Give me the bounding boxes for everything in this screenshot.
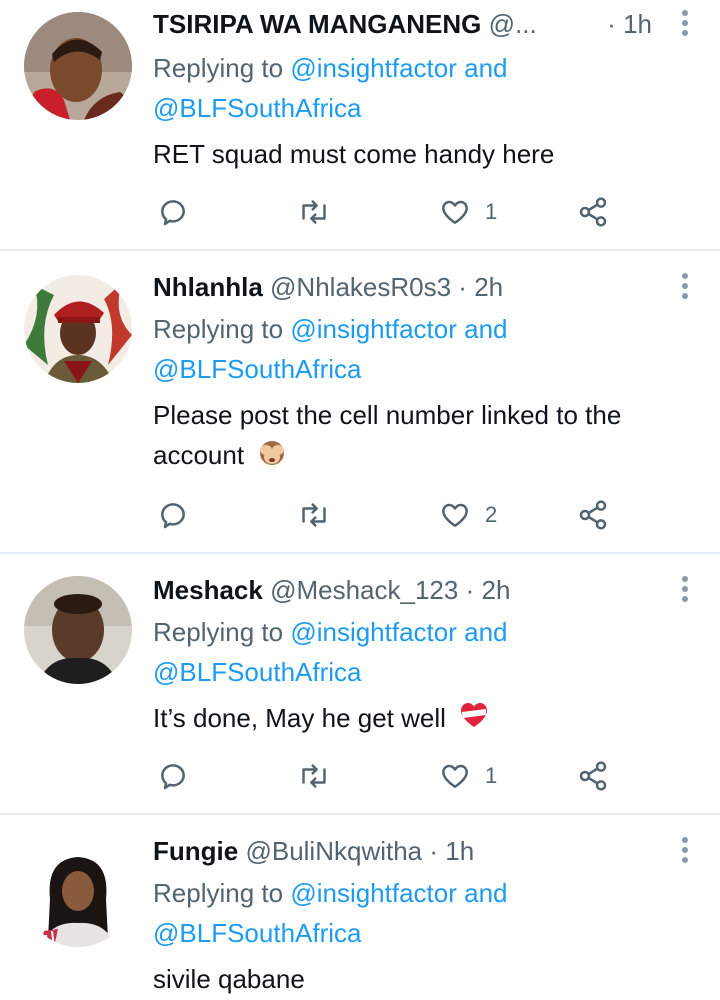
tweet-4[interactable]: Fungie @BuliNkqwitha · 1h Replying to @i…: [0, 815, 720, 1000]
timestamp[interactable]: 1h: [623, 9, 652, 39]
tweet-2[interactable]: Nhlanhla @NhlakesR0s3 · 2h Replying to @…: [0, 251, 720, 552]
reply-icon: [161, 503, 185, 529]
user-handle[interactable]: @NhlakesR0s3: [270, 272, 451, 302]
mention-and[interactable]: and: [464, 53, 507, 83]
tweet-text: It’s done, May he get well: [153, 698, 703, 740]
tweet-time: · 1h: [607, 4, 652, 44]
replying-to: Replying to @insightfactor and @BLFSouth…: [153, 48, 693, 128]
mention-link[interactable]: @BLFSouthAfrica: [153, 354, 361, 384]
more-vertical-icon[interactable]: [680, 576, 690, 606]
replying-prefix: Replying to: [153, 53, 284, 83]
tweet-text: Please post the cell number linked to th…: [153, 395, 703, 478]
reply-button[interactable]: [157, 495, 189, 535]
share-icon: [579, 197, 607, 227]
reply-button[interactable]: [157, 756, 189, 796]
separator-dot: ·: [458, 272, 467, 302]
replying-to: Replying to @insightfactor and @BLFSouth…: [153, 309, 693, 389]
mention-and[interactable]: and: [464, 617, 507, 647]
retweet-button[interactable]: [297, 756, 331, 796]
avatar[interactable]: [24, 839, 132, 947]
tweet-header: Nhlanhla @NhlakesR0s3 · 2h: [153, 267, 670, 307]
heart-icon: [442, 503, 468, 527]
timestamp[interactable]: 1h: [445, 836, 474, 866]
user-handle[interactable]: @BuliNkqwitha: [245, 836, 422, 866]
tweet-text: sivile qabane: [153, 964, 305, 994]
tweet-actions: 2: [153, 495, 633, 535]
replying-prefix: Replying to: [153, 314, 284, 344]
heart-icon: [442, 764, 468, 788]
avatar[interactable]: [24, 576, 132, 684]
like-button[interactable]: 1: [439, 192, 497, 232]
tweet-header: Meshack @Meshack_123 · 2h: [153, 570, 670, 610]
display-name[interactable]: Nhlanhla: [153, 272, 263, 302]
mention-link[interactable]: @BLFSouthAfrica: [153, 93, 361, 123]
tweet-actions: 1: [153, 192, 633, 232]
separator-dot: ·: [429, 836, 439, 866]
replying-to: Replying to @insightfactor and @BLFSouth…: [153, 612, 693, 692]
share-button[interactable]: [577, 756, 609, 796]
mention-link[interactable]: @insightfactor: [290, 617, 457, 647]
display-name[interactable]: Meshack: [153, 575, 263, 605]
like-count: 1: [485, 763, 498, 788]
like-button[interactable]: 1: [439, 756, 497, 796]
tweet-3[interactable]: Meshack @Meshack_123 · 2h Replying to @i…: [0, 554, 720, 813]
retweet-icon: [302, 200, 326, 224]
like-button[interactable]: 2: [439, 495, 497, 535]
mention-and[interactable]: and: [464, 878, 507, 908]
user-handle[interactable]: @Meshack_123: [270, 575, 458, 605]
mention-link[interactable]: @BLFSouthAfrica: [153, 918, 361, 948]
replying-to: Replying to @insightfactor and @BLFSouth…: [153, 873, 693, 953]
more-vertical-icon[interactable]: [680, 273, 690, 303]
mention-and[interactable]: and: [464, 314, 507, 344]
retweet-icon: [302, 764, 326, 788]
share-button[interactable]: [577, 192, 609, 232]
tweet-1[interactable]: TSIRIPA WA MANGANENG @... · 1h Replying …: [0, 0, 720, 250]
share-icon: [579, 500, 607, 530]
timestamp[interactable]: 2h: [474, 272, 503, 302]
tweet-text-line2: account: [153, 440, 245, 470]
separator-dot: ·: [465, 575, 475, 605]
reply-icon: [161, 764, 185, 790]
mention-link[interactable]: @BLFSouthAfrica: [153, 657, 361, 687]
heart-icon: [442, 200, 468, 224]
like-count: 1: [485, 199, 498, 224]
replying-prefix: Replying to: [153, 617, 284, 647]
avatar[interactable]: [24, 12, 132, 120]
reply-icon: [161, 200, 185, 226]
reply-button[interactable]: [157, 192, 189, 232]
share-button[interactable]: [577, 495, 609, 535]
like-count: 2: [485, 502, 498, 527]
tweet-text: RET squad must come handy here: [153, 139, 555, 169]
display-name[interactable]: Fungie: [153, 836, 238, 866]
tweet-actions: 1: [153, 756, 633, 796]
tweet-text-content: It’s done, May he get well: [153, 703, 446, 733]
tweet-header: TSIRIPA WA MANGANENG @...: [153, 4, 670, 44]
more-vertical-icon[interactable]: [680, 10, 690, 40]
avatar[interactable]: [24, 275, 132, 383]
mention-link[interactable]: @insightfactor: [290, 878, 457, 908]
retweet-button[interactable]: [297, 495, 331, 535]
see-no-evil-monkey-emoji-icon: [257, 437, 287, 478]
user-handle[interactable]: @...: [489, 9, 537, 39]
mention-link[interactable]: @insightfactor: [290, 53, 457, 83]
display-name[interactable]: TSIRIPA WA MANGANENG: [153, 9, 481, 39]
timestamp[interactable]: 2h: [482, 575, 511, 605]
retweet-button[interactable]: [297, 192, 331, 232]
share-icon: [579, 761, 607, 791]
tweet-header: Fungie @BuliNkqwitha · 1h: [153, 831, 670, 871]
mending-heart-emoji-icon: [459, 700, 489, 740]
separator-dot: ·: [607, 9, 616, 39]
tweet-text-line1: Please post the cell number linked to th…: [153, 400, 622, 430]
mention-link[interactable]: @insightfactor: [290, 314, 457, 344]
retweet-icon: [302, 503, 326, 527]
replying-prefix: Replying to: [153, 878, 284, 908]
more-vertical-icon[interactable]: [680, 837, 690, 867]
